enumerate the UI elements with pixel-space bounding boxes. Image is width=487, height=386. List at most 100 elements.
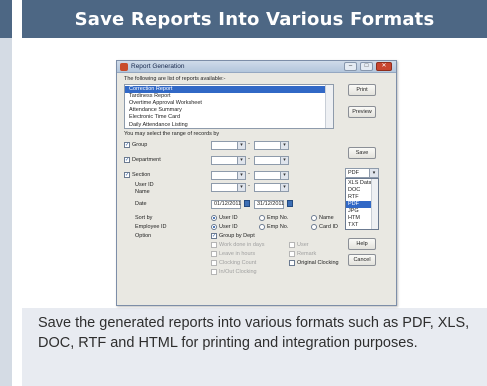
list-item[interactable]: Electronic Time Card (125, 114, 325, 121)
leave-hours-checkbox[interactable] (211, 251, 217, 257)
emp-emp-no-label: Emp No. (267, 224, 289, 230)
user-id-label: User ID (135, 182, 154, 188)
remark-label: Remark (297, 251, 317, 257)
group-by-dept-checkbox[interactable]: ✓ (211, 233, 217, 239)
group-by-dept-label: Group by Dept (219, 233, 255, 239)
maximize-button[interactable]: □ (360, 62, 373, 71)
format-option[interactable]: DOC (346, 187, 372, 194)
chevron-down-icon[interactable]: ▾ (280, 172, 288, 179)
department-checkbox[interactable]: ✓ (124, 157, 130, 163)
list-scrollbar[interactable] (325, 85, 333, 128)
original-clocking-checkbox[interactable] (289, 260, 295, 266)
panel-title: Save Reports Into Various Formats (22, 0, 487, 38)
sort-emp-no-radio[interactable] (259, 215, 265, 221)
chevron-down-icon[interactable]: ▾ (237, 157, 245, 164)
format-option[interactable]: XLS Data (346, 180, 372, 187)
calendar-icon[interactable] (244, 200, 250, 207)
section-label: Section (132, 172, 151, 178)
section-checkbox[interactable]: ✓ (124, 172, 130, 178)
work-done-label: Work done in days (219, 242, 265, 248)
cancel-button[interactable]: Cancel (348, 254, 376, 266)
work-done-checkbox[interactable] (211, 242, 217, 248)
user-from-combo[interactable]: ▾ (211, 183, 246, 192)
chevron-down-icon[interactable]: ▾ (280, 184, 288, 191)
group-checkbox[interactable]: ✓ (124, 142, 130, 148)
range-dash: - (248, 183, 250, 189)
section-to-combo[interactable]: ▾ (254, 171, 289, 180)
sort-name-label: Name (319, 215, 334, 221)
left-edge-strip (0, 0, 12, 386)
window-title: Report Generation (131, 63, 185, 70)
list-item[interactable]: Daily Attendance Listing (125, 122, 325, 128)
format-scrollbar[interactable] (371, 179, 378, 229)
feature-caption: Save the generated reports into various … (38, 315, 470, 351)
minimize-button[interactable]: – (344, 62, 357, 71)
format-option[interactable]: TXT (346, 222, 372, 229)
user-checkbox[interactable] (289, 242, 295, 248)
employee-id-label: Employee ID (135, 224, 167, 230)
format-select[interactable]: PDF ▾ (345, 168, 379, 178)
list-prompt: The following are list of reports availa… (124, 76, 226, 82)
feature-panel: Save Reports Into Various Formats Report… (22, 0, 487, 386)
emp-emp-no-radio[interactable] (259, 224, 265, 230)
window-titlebar: Report Generation – □ ✕ (117, 61, 396, 73)
chevron-down-icon[interactable]: ▾ (237, 142, 245, 149)
department-label: Department (132, 157, 161, 163)
list-item[interactable]: Tardiness Report (125, 93, 325, 100)
list-item[interactable]: Attendance Summary (125, 107, 325, 114)
emp-user-id-radio[interactable] (211, 224, 217, 230)
close-button[interactable]: ✕ (376, 62, 392, 71)
department-from-combo[interactable]: ▾ (211, 156, 246, 165)
emp-user-id-label: User ID (219, 224, 238, 230)
list-item[interactable]: Correction Report (125, 86, 325, 93)
report-generation-window: Report Generation – □ ✕ The following ar… (116, 60, 397, 306)
chevron-down-icon[interactable]: ▾ (280, 142, 288, 149)
preview-button[interactable]: Preview (348, 106, 376, 118)
date-label: Date (135, 201, 147, 207)
format-option[interactable]: JPG (346, 208, 372, 215)
group-to-combo[interactable]: ▾ (254, 141, 289, 150)
sort-name-radio[interactable] (311, 215, 317, 221)
format-option[interactable]: PDF (346, 201, 372, 208)
user-option-label: User (297, 242, 309, 248)
calendar-icon[interactable] (287, 200, 293, 207)
list-item[interactable]: Overtime Approval Worksheet (125, 100, 325, 107)
screenshot-area: Report Generation – □ ✕ The following ar… (22, 38, 487, 308)
format-option[interactable]: HTM (346, 215, 372, 222)
section-from-combo[interactable]: ▾ (211, 171, 246, 180)
chevron-down-icon[interactable]: ▾ (369, 169, 378, 177)
group-from-combo[interactable]: ▾ (211, 141, 246, 150)
sort-by-label: Sort by (135, 215, 153, 221)
format-selected-value: PDF (348, 170, 359, 176)
range-dash: - (248, 141, 250, 147)
save-button[interactable]: Save (348, 147, 376, 159)
clocking-count-checkbox[interactable] (211, 260, 217, 266)
in-out-clocking-checkbox[interactable] (211, 269, 217, 275)
chevron-down-icon[interactable]: ▾ (237, 172, 245, 179)
print-button[interactable]: Print (348, 84, 376, 96)
option-label: Option (135, 233, 152, 239)
range-prompt: You may select the range of records by (124, 131, 220, 137)
left-edge-band (0, 0, 12, 38)
range-dash: - (248, 171, 250, 177)
sort-emp-no-label: Emp No. (267, 215, 289, 221)
chevron-down-icon[interactable]: ▾ (237, 184, 245, 191)
date-from-field[interactable]: 01/12/2011 (211, 200, 241, 209)
department-to-combo[interactable]: ▾ (254, 156, 289, 165)
help-button[interactable]: Help (348, 238, 376, 250)
format-dropdown-list[interactable]: XLS Data DOC RTF PDF JPG HTM TXT (345, 178, 379, 230)
emp-card-id-label: Card ID (319, 224, 338, 230)
range-dash: - (248, 156, 250, 162)
remark-checkbox[interactable] (289, 251, 295, 257)
group-label: Group (132, 142, 148, 148)
format-option[interactable]: RTF (346, 194, 372, 201)
name-label: Name (135, 189, 150, 195)
chevron-down-icon[interactable]: ▾ (280, 157, 288, 164)
original-clocking-label: Original Clocking (297, 260, 339, 266)
leave-hours-label: Leave in hours (219, 251, 256, 257)
user-to-combo[interactable]: ▾ (254, 183, 289, 192)
report-listbox[interactable]: Correction Report Tardiness Report Overt… (124, 84, 334, 129)
sort-user-id-radio[interactable] (211, 215, 217, 221)
date-to-field[interactable]: 31/12/2011 (254, 200, 284, 209)
emp-card-id-radio[interactable] (311, 224, 317, 230)
